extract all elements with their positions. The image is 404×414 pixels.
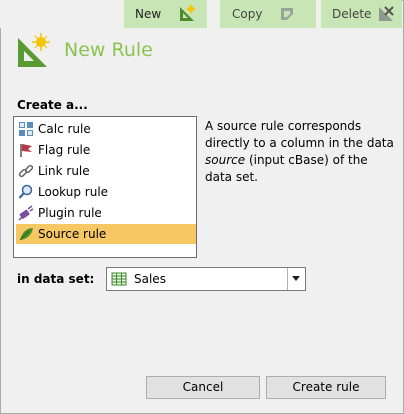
chevron-down-icon[interactable] (287, 268, 305, 290)
list-item-calc-rule[interactable]: Calc rule (16, 119, 196, 139)
flag-icon (20, 144, 32, 157)
cancel-button[interactable]: Cancel (146, 376, 260, 399)
new-button-label: New (135, 7, 162, 21)
list-item-label: Calc rule (38, 122, 91, 136)
plugin-icon (18, 205, 34, 221)
description-text: A source rule corresponds directly to a … (205, 119, 394, 150)
delete-button-label: Delete (332, 7, 372, 21)
list-item-label: Flag rule (38, 143, 91, 157)
new-rule-header-icon (18, 33, 50, 67)
rule-description: A source rule corresponds directly to a … (205, 118, 395, 186)
list-item-source-rule[interactable]: Source rule (16, 224, 196, 244)
list-item-plugin-rule[interactable]: Plugin rule (16, 203, 196, 223)
copy-icon (281, 8, 293, 20)
page-title: New Rule (64, 39, 153, 61)
list-item-label: Plugin rule (38, 206, 102, 220)
source-icon (19, 228, 33, 241)
description-emphasis: source (205, 153, 246, 167)
list-item-flag-rule[interactable]: Flag rule (16, 140, 196, 160)
list-item-label: Source rule (38, 227, 107, 241)
dataset-label: in data set: (17, 272, 95, 286)
rule-type-list[interactable]: Calc rule Flag rule Link rule Lookup rul… (13, 116, 197, 258)
toolbar: New Copy Delete (0, 0, 402, 28)
calc-rule-icon (19, 122, 33, 136)
dataset-value: Sales (134, 272, 166, 286)
copy-button-label: Copy (232, 7, 263, 21)
create-label: Create a... (17, 98, 88, 112)
dataset-dropdown[interactable]: Sales (106, 267, 306, 291)
new-rule-icon (180, 4, 196, 21)
link-icon (18, 164, 34, 178)
new-button[interactable]: New (123, 0, 207, 28)
lookup-icon (18, 184, 33, 199)
delete-button[interactable]: Delete (320, 0, 402, 28)
list-item-link-rule[interactable]: Link rule (16, 161, 196, 181)
delete-icon (379, 6, 394, 21)
copy-button[interactable]: Copy (219, 0, 316, 28)
table-icon (111, 272, 127, 286)
list-item-label: Link rule (38, 164, 90, 178)
create-rule-button[interactable]: Create rule (266, 376, 386, 399)
list-item-lookup-rule[interactable]: Lookup rule (16, 182, 196, 202)
list-item-label: Lookup rule (38, 185, 109, 199)
